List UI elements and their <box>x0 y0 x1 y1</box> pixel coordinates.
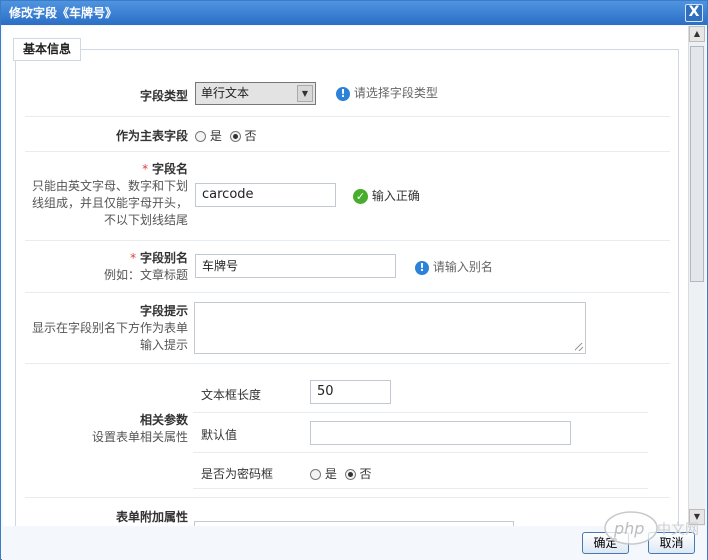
default-value-input[interactable] <box>310 421 571 445</box>
field-tip-description: 显示在字段别名下方作为表单输入提示 <box>31 321 188 352</box>
scroll-up-icon[interactable]: ▲ <box>689 26 705 42</box>
required-mark: * <box>142 162 149 176</box>
related-params-description: 设置表单相关属性 <box>91 430 188 444</box>
field-alias-description: 例如：文章标题 <box>103 268 188 282</box>
field-alias-hint: 请输入别名 <box>432 260 493 274</box>
info-icon: ! <box>336 86 350 101</box>
field-type-select[interactable]: 单行文本 ▼ <box>195 82 316 105</box>
primary-yes-radio[interactable] <box>195 131 206 142</box>
field-name-status: 输入正确 <box>371 189 420 203</box>
row-field-alias: * 字段别名 例如：文章标题 车牌号 ! 请输入别名 <box>25 241 670 293</box>
password-yes-label: 是 <box>324 467 337 481</box>
check-icon: ✓ <box>353 189 368 204</box>
field-alias-input[interactable]: 车牌号 <box>195 254 396 278</box>
field-type-selected: 单行文本 <box>201 86 250 100</box>
field-type-hint: 请选择字段类型 <box>353 86 438 100</box>
field-alias-label: 字段别名 <box>139 251 188 265</box>
param-text-length: 文本框长度 50 <box>193 373 648 413</box>
required-mark: * <box>130 251 137 265</box>
form-attrs-label: 表单附加属性 <box>115 510 188 524</box>
field-name-label: 字段名 <box>151 162 188 176</box>
row-field-name: * 字段名 只能由英文字母、数字和下划线组成，并且仅能字母开头，不以下划线结尾 … <box>25 152 670 241</box>
row-field-tip: 字段提示 显示在字段别名下方作为表单输入提示 <box>25 293 670 364</box>
edit-field-dialog: 修改字段《车牌号》 X 基本信息 字段类型 单行文本 ▼ ! 请选择字段类型 作… <box>0 0 708 560</box>
row-form-attrs: 表单附加属性 <box>25 498 670 526</box>
close-button[interactable]: X <box>685 4 703 22</box>
dialog-content: 基本信息 字段类型 单行文本 ▼ ! 请选择字段类型 作为主表字段 是 否 * … <box>3 26 688 526</box>
watermark-text: php <box>613 519 644 538</box>
primary-no-radio[interactable] <box>229 131 241 142</box>
param-default-value: 默认值 <box>193 413 648 453</box>
is-password-label: 是否为密码框 <box>201 467 274 481</box>
param-is-password: 是否为密码框 是 否 <box>193 453 648 489</box>
info-icon: ! <box>415 260 429 275</box>
password-no-label: 否 <box>359 467 372 481</box>
field-name-description: 只能由英文字母、数字和下划线组成，并且仅能字母开头，不以下划线结尾 <box>31 179 188 227</box>
primary-no-label: 否 <box>244 129 257 143</box>
scrollbar-thumb[interactable] <box>690 46 704 282</box>
field-name-input[interactable]: carcode <box>195 183 336 207</box>
primary-field-label: 作为主表字段 <box>115 129 188 143</box>
fieldset-legend: 基本信息 <box>13 38 82 61</box>
row-field-type: 字段类型 单行文本 ▼ ! 请选择字段类型 <box>25 79 670 117</box>
field-type-label: 字段类型 <box>139 89 188 103</box>
password-yes-radio[interactable] <box>310 469 321 480</box>
default-value-label: 默认值 <box>201 428 238 442</box>
field-tip-label: 字段提示 <box>139 304 188 318</box>
text-length-input[interactable]: 50 <box>310 380 391 404</box>
dialog-title: 修改字段《车牌号》 <box>9 6 118 20</box>
vertical-scrollbar[interactable]: ▲ ▼ <box>688 26 705 526</box>
php-watermark-logo: php 中文网 <box>604 511 699 545</box>
password-no-radio[interactable] <box>344 469 356 480</box>
primary-yes-label: 是 <box>209 129 222 143</box>
resize-grip-icon[interactable] <box>575 343 583 351</box>
text-length-label: 文本框长度 <box>201 388 262 402</box>
row-primary-field: 作为主表字段 是 否 <box>25 117 670 152</box>
dialog-titlebar: 修改字段《车牌号》 X <box>1 1 707 25</box>
svg-text:中文网: 中文网 <box>657 522 699 538</box>
related-params-label: 相关参数 <box>139 413 188 427</box>
field-tip-textarea[interactable] <box>194 302 586 354</box>
chevron-down-icon: ▼ <box>297 85 313 102</box>
